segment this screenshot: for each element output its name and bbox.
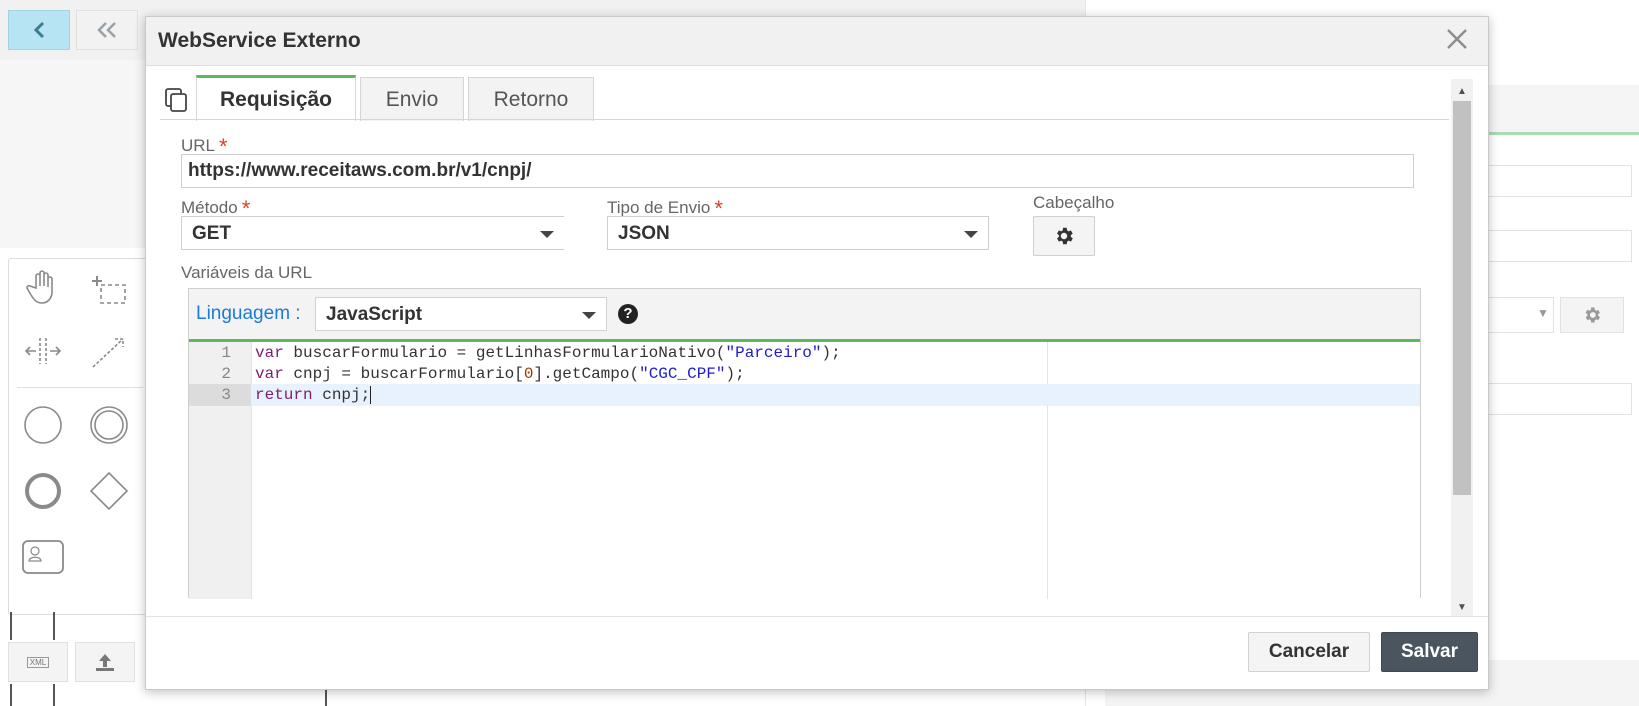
editor-toolbar: Linguagem : JavaScript ? [189, 289, 1420, 342]
tab-retorno[interactable]: Retorno [468, 77, 594, 121]
scroll-down-arrow-icon[interactable]: ▼ [1451, 597, 1473, 617]
save-button[interactable]: Salvar [1381, 632, 1478, 672]
chevron-down-icon: ▼ [1537, 306, 1549, 320]
space-tool-icon[interactable] [21, 329, 65, 373]
connect-tool-icon[interactable] [87, 329, 131, 373]
upload-icon [96, 654, 114, 671]
code-line[interactable]: var cnpj = buscarFormulario[0].getCampo(… [251, 363, 1420, 385]
editor-gutter: 1 23 [189, 342, 252, 599]
dialog-scrollbar[interactable]: ▲ ▼ [1451, 79, 1473, 619]
tab-requisicao[interactable]: Requisição [196, 75, 356, 121]
cancel-button[interactable]: Cancelar [1248, 632, 1370, 672]
dialog-footer: Cancelar Salvar [146, 616, 1488, 689]
gear-icon [1585, 307, 1600, 323]
help-icon[interactable]: ? [618, 304, 638, 324]
code-line[interactable]: return cnpj; [251, 384, 1420, 406]
dialog-body: Requisição Envio Retorno URL * https://ww… [146, 65, 1456, 635]
line-number: 3 [189, 384, 251, 406]
tab-divider [160, 119, 1449, 120]
copy-icon[interactable] [164, 87, 188, 113]
url-input[interactable]: https://www.receitaws.com.br/v1/cnpj/ [181, 154, 1414, 188]
lasso-tool-icon[interactable] [87, 265, 131, 309]
hand-tool-icon[interactable] [21, 265, 65, 309]
back-button[interactable] [8, 10, 70, 50]
pool-line [53, 684, 55, 706]
chevron-down-icon [582, 312, 596, 319]
start-event-icon[interactable] [21, 403, 65, 447]
code-editor: Linguagem : JavaScript ? 1 23 var buscarF… [188, 288, 1421, 599]
close-icon[interactable] [1444, 27, 1470, 53]
chevron-down-icon [964, 231, 978, 238]
end-event-icon[interactable] [21, 469, 65, 513]
header-settings-button[interactable] [1033, 216, 1095, 256]
bpmn-palette [8, 258, 155, 615]
tab-envio[interactable]: Envio [360, 77, 464, 121]
language-label: Linguagem : [196, 303, 301, 324]
scroll-up-arrow-icon[interactable]: ▲ [1451, 81, 1473, 101]
scrollbar-thumb[interactable] [1453, 101, 1471, 495]
properties-gear-button[interactable] [1560, 297, 1624, 333]
export-xml-button[interactable]: XML [8, 642, 68, 682]
first-page-button[interactable] [76, 10, 138, 50]
chevron-down-icon [540, 231, 554, 238]
upload-button[interactable] [75, 642, 135, 682]
method-select[interactable]: GET [181, 216, 564, 250]
code-line[interactable]: var buscarFormulario = getLinhasFormular… [251, 342, 1420, 364]
url-variables-label: Variáveis da URL [181, 263, 313, 282]
xml-icon: XML [26, 656, 50, 668]
pool-line [10, 684, 12, 706]
properties-active-tab-indicator [1480, 132, 1639, 135]
webservice-dialog: WebService Externo Requisição Envio Reto… [145, 16, 1489, 690]
gateway-icon[interactable] [87, 469, 131, 513]
dialog-title: WebService Externo [158, 29, 361, 52]
gear-icon [1057, 227, 1073, 245]
properties-input[interactable] [1480, 383, 1632, 415]
double-chevron-left-icon [97, 22, 116, 38]
line-number: 2 [221, 365, 231, 383]
line-number: 1 [221, 344, 231, 362]
pool-line [53, 612, 55, 640]
text-cursor [370, 385, 372, 404]
chevron-left-icon [33, 21, 45, 39]
pool-line [10, 612, 12, 640]
properties-input[interactable] [1480, 165, 1632, 197]
send-type-select[interactable]: JSON [607, 216, 989, 250]
header-label: Cabeçalho [1033, 193, 1115, 212]
user-task-icon[interactable] [21, 535, 65, 579]
language-select[interactable]: JavaScript [315, 297, 607, 331]
dialog-header: WebService Externo [146, 17, 1488, 66]
properties-input[interactable] [1480, 230, 1632, 262]
code-area[interactable]: var buscarFormulario = getLinhasFormular… [251, 342, 1420, 599]
intermediate-event-icon[interactable] [87, 403, 131, 447]
